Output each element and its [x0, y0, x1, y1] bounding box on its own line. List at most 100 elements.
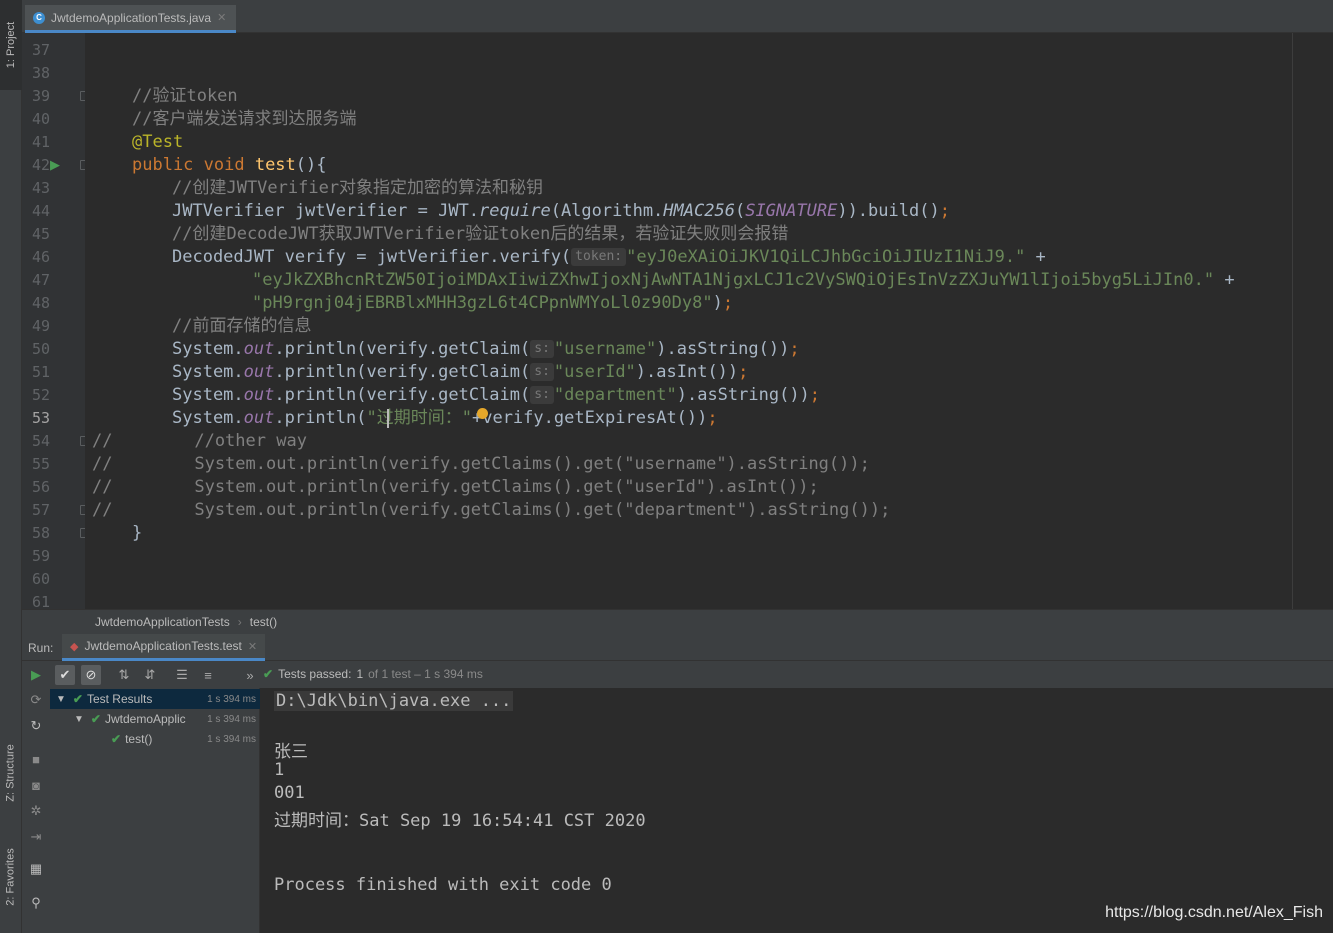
line-number: 56: [31, 478, 50, 496]
tree-label: Test Results: [86, 692, 153, 706]
exit-icon[interactable]: ⇥: [27, 828, 45, 846]
editor-tab-jwtdemo-tests[interactable]: C JwtdemoApplicationTests.java ✕: [25, 5, 237, 33]
param-hint: token:: [571, 248, 627, 266]
camera-icon[interactable]: ◙: [27, 776, 45, 794]
param-hint: s:: [530, 386, 554, 404]
expand-all-icon[interactable]: ☰: [172, 665, 192, 685]
tree-time: 1 s 394 ms: [207, 713, 256, 725]
param-hint: s:: [530, 363, 554, 381]
line-number: 55: [31, 455, 50, 473]
close-tab-icon[interactable]: ✕: [248, 640, 257, 653]
console-line: 1: [274, 760, 285, 780]
chevron-right-icon: ›: [237, 615, 242, 629]
sort-alphabetically-icon[interactable]: ⇅: [114, 665, 134, 685]
code-editor[interactable]: //验证token //客户端发送请求到达服务端 @Test public vo…: [85, 33, 1333, 609]
editor-gutter[interactable]: 37 38 39 40 41 42 43 44 45 46 47 48 49 5…: [22, 33, 85, 609]
tree-row-test-method[interactable]: ✔ test() 1 s 394 ms: [50, 729, 260, 749]
code-line-48: "pH9rgnj04jEBRBlxMHH3gzL6t4CPpnWMYoLl0z9…: [252, 293, 734, 313]
code-line-43: //创建JWTVerifier对象指定加密的算法和秘钥: [172, 178, 544, 198]
line-number: 50: [31, 340, 50, 358]
tree-time: 1 s 394 ms: [207, 693, 256, 705]
line-number: 49: [31, 317, 50, 335]
editor-tab-bar: C JwtdemoApplicationTests.java ✕: [22, 0, 1333, 33]
run-config-tab[interactable]: ◆ JwtdemoApplicationTests.test ✕: [62, 634, 266, 661]
code-line-53: System.out.println("过期时间："+verify.getExp…: [172, 408, 718, 428]
console-command[interactable]: D:\Jdk\bin\java.exe ...: [274, 691, 514, 711]
structure-tool-tab[interactable]: Z: Structure: [0, 728, 22, 818]
line-number: 54: [31, 432, 50, 450]
watermark: https://blog.csdn.net/Alex_Fish: [1105, 904, 1323, 921]
tree-row-test-class[interactable]: ▼ ✔ JwtdemoApplic 1 s 394 ms: [50, 709, 260, 729]
code-line-44: JWTVerifier jwtVerifier = JWT.require(Al…: [172, 201, 950, 221]
check-icon: ✔: [90, 712, 101, 726]
line-number: 43: [31, 179, 50, 197]
editor-tab-label: JwtdemoApplicationTests.java: [51, 10, 212, 25]
code-line-51: System.out.println(verify.getClaim(s: "us…: [172, 362, 749, 382]
pin-icon[interactable]: ⚲: [27, 894, 45, 912]
code-line-42: public void test(){: [132, 155, 327, 175]
line-number-current: 53: [31, 409, 50, 427]
run-test-gutter-icon[interactable]: ▶: [50, 157, 60, 173]
console-line: 张三: [274, 742, 308, 762]
rerun-icon[interactable]: ▶: [26, 665, 46, 685]
code-line-55: // System.out.println(verify.getClaims()…: [92, 454, 870, 474]
rerun-failed-icon[interactable]: ⟳: [27, 691, 45, 709]
chevron-down-icon[interactable]: ▼: [56, 694, 66, 705]
console-output[interactable]: D:\Jdk\bin\java.exe ... 张三 1 001 过期时间：Sa…: [260, 688, 1333, 933]
layout-icon[interactable]: ▦: [27, 860, 45, 878]
chevron-down-icon[interactable]: ▼: [74, 714, 84, 725]
line-number: 37: [31, 41, 50, 59]
check-icon: ✔: [111, 732, 122, 746]
line-number: 52: [31, 386, 50, 404]
code-line-49: //前面存储的信息: [172, 316, 312, 336]
line-number: 39: [31, 87, 50, 105]
status-count: 1: [356, 667, 364, 681]
more-icon[interactable]: »: [240, 665, 260, 685]
console-exit-line: Process finished with exit code 0: [274, 875, 612, 895]
stop-icon[interactable]: ■: [27, 750, 45, 768]
code-line-40: //客户端发送请求到达服务端: [132, 109, 357, 129]
tree-label: test(): [125, 732, 153, 746]
line-number: 38: [31, 64, 50, 82]
line-number: 60: [31, 570, 50, 588]
code-line-39: //验证token: [132, 86, 238, 106]
java-class-icon: C: [33, 11, 45, 24]
tree-row-test-results[interactable]: ▼ ✔ Test Results 1 s 394 ms: [50, 689, 260, 709]
tree-label: JwtdemoApplic: [104, 712, 186, 726]
sort-by-duration-icon[interactable]: ⇵: [140, 665, 160, 685]
toggle-auto-test-icon[interactable]: ↻: [27, 717, 45, 735]
favorites-tool-tab[interactable]: 2: Favorites: [0, 832, 22, 922]
tree-time: 1 s 394 ms: [207, 733, 256, 745]
code-line-47: "eyJkZXBhcnRtZW50IjoiMDAxIiwiZXhwIjoxNjA…: [252, 270, 1235, 290]
test-results-tree[interactable]: ▼ ✔ Test Results 1 s 394 ms ▼ ✔ JwtdemoA…: [50, 688, 260, 933]
show-passed-icon[interactable]: ✔: [55, 665, 75, 685]
project-tool-tab[interactable]: 1: Project: [0, 0, 22, 90]
code-line-50: System.out.println(verify.getClaim(s: "us…: [172, 339, 800, 359]
console-line: 过期时间：Sat Sep 19 16:54:41 CST 2020: [274, 811, 646, 831]
code-line-46: DecodedJWT verify = jwtVerifier.verify(t…: [172, 247, 1046, 267]
settings-icon[interactable]: ✲: [27, 802, 45, 820]
line-number: 42: [31, 156, 50, 174]
breadcrumb-class[interactable]: JwtdemoApplicationTests: [95, 615, 230, 629]
right-margin-guide: [1292, 33, 1293, 609]
breadcrumb-method[interactable]: test(): [250, 615, 277, 629]
line-number: 57: [31, 501, 50, 519]
run-toolbar: ▶ ✔ ⊘ ⇅ ⇵ ☰ ≡ » ✔ Tests passed: 1 of 1 t…: [22, 661, 1333, 688]
line-number: 45: [31, 225, 50, 243]
line-number: 41: [31, 133, 50, 151]
code-line-45: //创建DecodeJWT获取JWTVerifier验证token后的结果，若验…: [172, 224, 789, 244]
check-icon: ✔: [72, 692, 83, 706]
text-caret: [387, 409, 389, 428]
close-tab-icon[interactable]: ✕: [217, 11, 226, 24]
line-number: 61: [31, 593, 50, 609]
collapse-all-icon[interactable]: ≡: [198, 665, 218, 685]
status-detail: of 1 test – 1 s 394 ms: [368, 667, 483, 681]
line-number: 40: [31, 110, 50, 128]
line-number: 58: [31, 524, 50, 542]
status-prefix: Tests passed:: [278, 667, 352, 681]
code-line-52: System.out.println(verify.getClaim(s: "de…: [172, 385, 821, 405]
intention-bulb-icon[interactable]: [477, 408, 488, 419]
code-line-41: @Test: [132, 132, 184, 152]
show-ignored-icon[interactable]: ⊘: [81, 665, 101, 685]
line-number: 59: [31, 547, 50, 565]
